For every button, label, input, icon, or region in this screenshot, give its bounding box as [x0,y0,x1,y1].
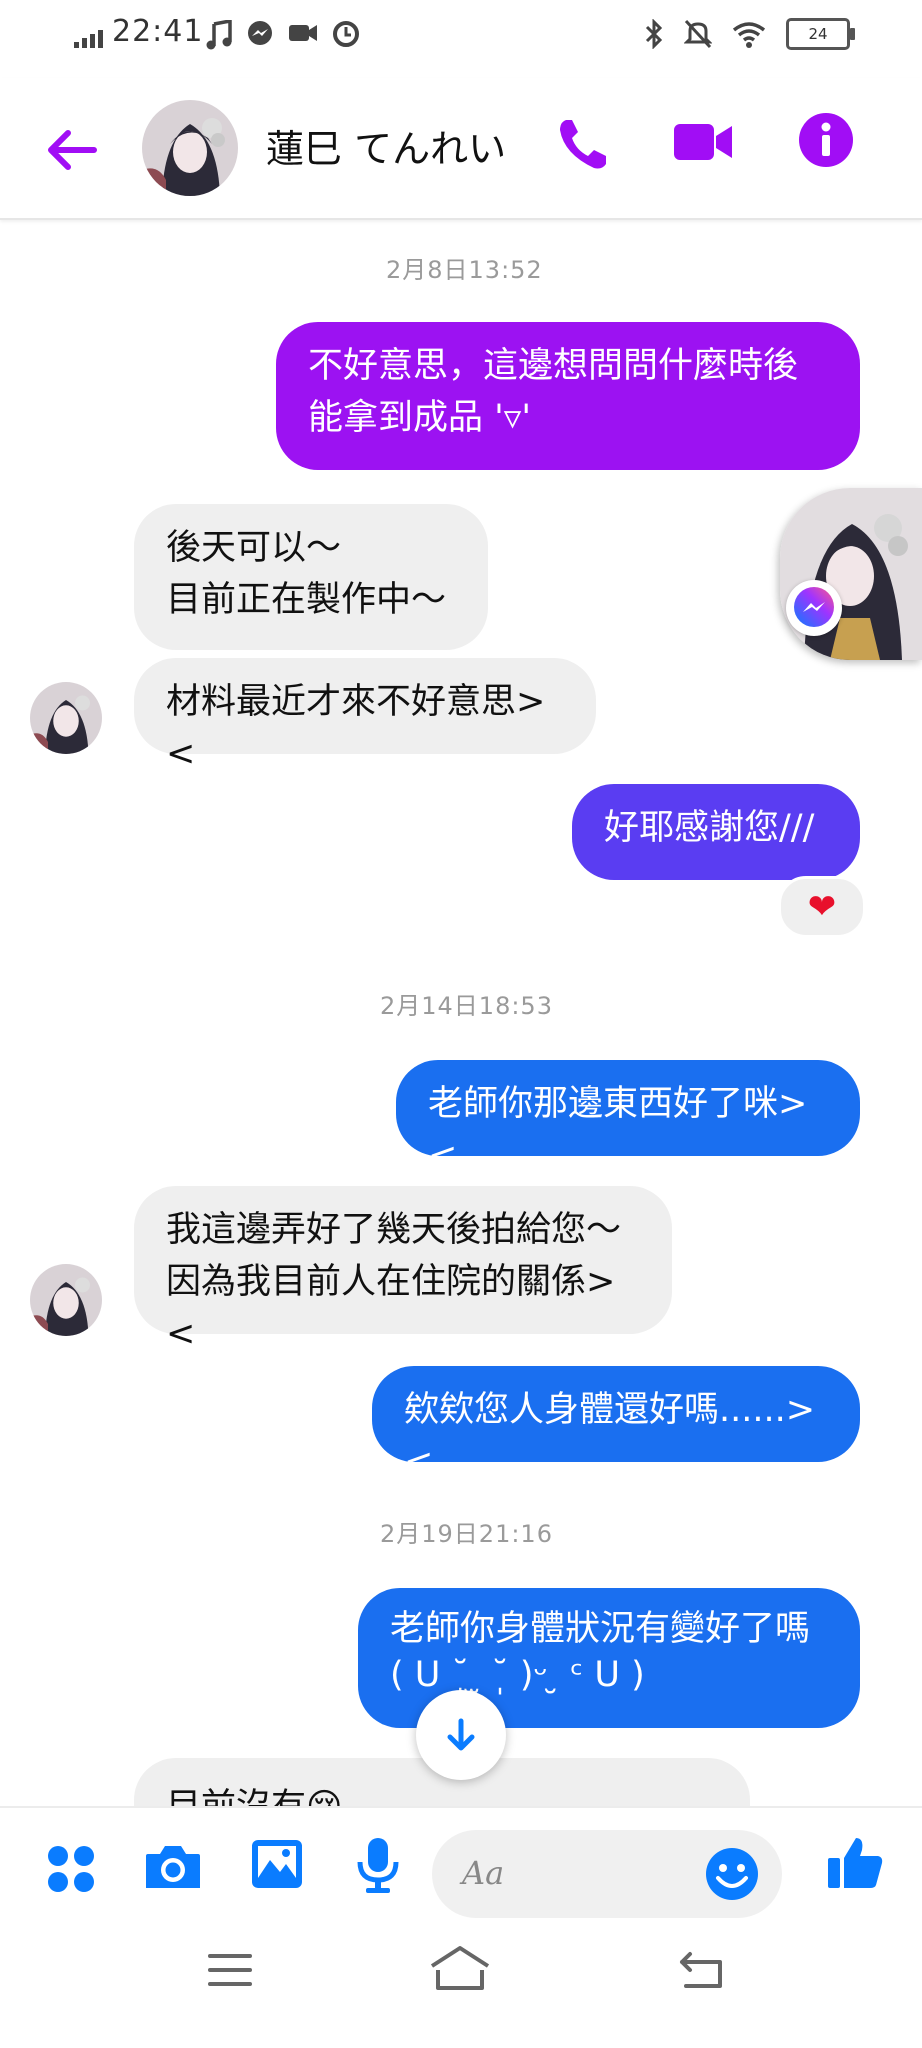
video-call-icon[interactable] [672,118,734,166]
camera-icon[interactable] [144,1842,202,1892]
heart-reaction[interactable]: ❤ [778,876,866,938]
messenger-badge-icon [786,580,842,636]
home-icon[interactable] [428,1944,492,1992]
message-outgoing[interactable]: 好耶感謝您/// [572,784,860,880]
signal-icon [74,30,103,48]
battery-level: 24 [808,25,828,43]
menu-dots-icon[interactable] [46,1844,96,1894]
message-text: 我這邊弄好了幾天後拍給您～ [166,1210,622,1250]
timestamp: 2月14日18:53 [380,992,553,1020]
message-input-placeholder: Aa [462,1854,505,1892]
back-nav-icon[interactable] [676,1950,724,1990]
music-icon [206,20,232,50]
messenger-icon [248,21,272,45]
mute-bell-icon [684,19,712,49]
app-status-icon [333,21,359,47]
timestamp: 2月8日13:52 [386,256,543,284]
message-text: 因為我目前人在住院的關係>< [166,1262,616,1354]
arrow-down-icon [447,1718,475,1751]
message-text: 目前正在製作中～ [166,580,447,620]
message-incoming[interactable]: 材料最近才來不好意思>< [134,658,596,774]
sender-avatar[interactable] [30,1264,102,1336]
battery-icon: 24 [786,18,855,50]
message-text: 好耶感謝您/// [604,808,815,848]
message-text: 老師你那邊東西好了咪>< [428,1084,808,1176]
emoji-icon[interactable] [704,1846,760,1902]
sender-avatar[interactable] [30,682,102,754]
message-text: 不好意思，這邊想問問什麼時後 [308,346,799,386]
avatar-image [30,1264,102,1336]
chat-header: 蓮巳 てんれい [0,78,922,220]
scroll-to-bottom-button[interactable] [416,1690,506,1780]
message-text: 後天可以～ [166,528,342,568]
message-text: 能拿到成品 '▿' [308,398,531,438]
thumbs-up-icon[interactable] [826,1834,884,1892]
message-input[interactable]: Aa [432,1830,782,1918]
avatar-image [142,100,238,196]
contact-avatar[interactable] [142,100,238,196]
microphone-icon[interactable] [356,1836,400,1894]
message-outgoing[interactable]: 欸欸您人身體還好嗎......>< [372,1366,860,1482]
info-icon[interactable] [798,112,854,168]
system-nav-bar [0,1922,922,2048]
message-text: 欸欸您人身體還好嗎......>< [404,1390,816,1482]
message-outgoing[interactable]: 老師你那邊東西好了咪>< [396,1060,860,1176]
message-outgoing[interactable]: 不好意思，這邊想問問什麼時後 能拿到成品 '▿' [276,322,860,470]
message-text: 材料最近才來不好意思>< [166,682,546,774]
message-incoming[interactable]: 我這邊弄好了幾天後拍給您～ 因為我目前人在住院的關係>< [134,1186,672,1354]
gallery-icon[interactable] [250,1838,304,1890]
status-bar: 22:41 24 [0,0,922,78]
message-text: 老師你身體狀況有變好了嗎 [390,1609,811,1649]
chat-head-bubble[interactable] [780,488,922,660]
heart-icon: ❤ [807,887,837,927]
timestamp: 2月19日21:16 [380,1520,553,1548]
message-composer: Aa [0,1806,922,1924]
contact-name[interactable]: 蓮巳 てんれい [266,118,506,173]
video-status-icon [289,25,317,41]
status-time: 22:41 [112,14,204,49]
message-incoming[interactable]: 後天可以～ 目前正在製作中～ [134,504,488,650]
avatar-image [30,682,102,754]
recent-apps-icon[interactable] [206,1950,254,1990]
phone-call-icon[interactable] [554,114,610,174]
back-arrow-icon[interactable] [42,120,102,180]
wifi-icon [732,22,766,48]
bluetooth-icon [645,19,663,49]
